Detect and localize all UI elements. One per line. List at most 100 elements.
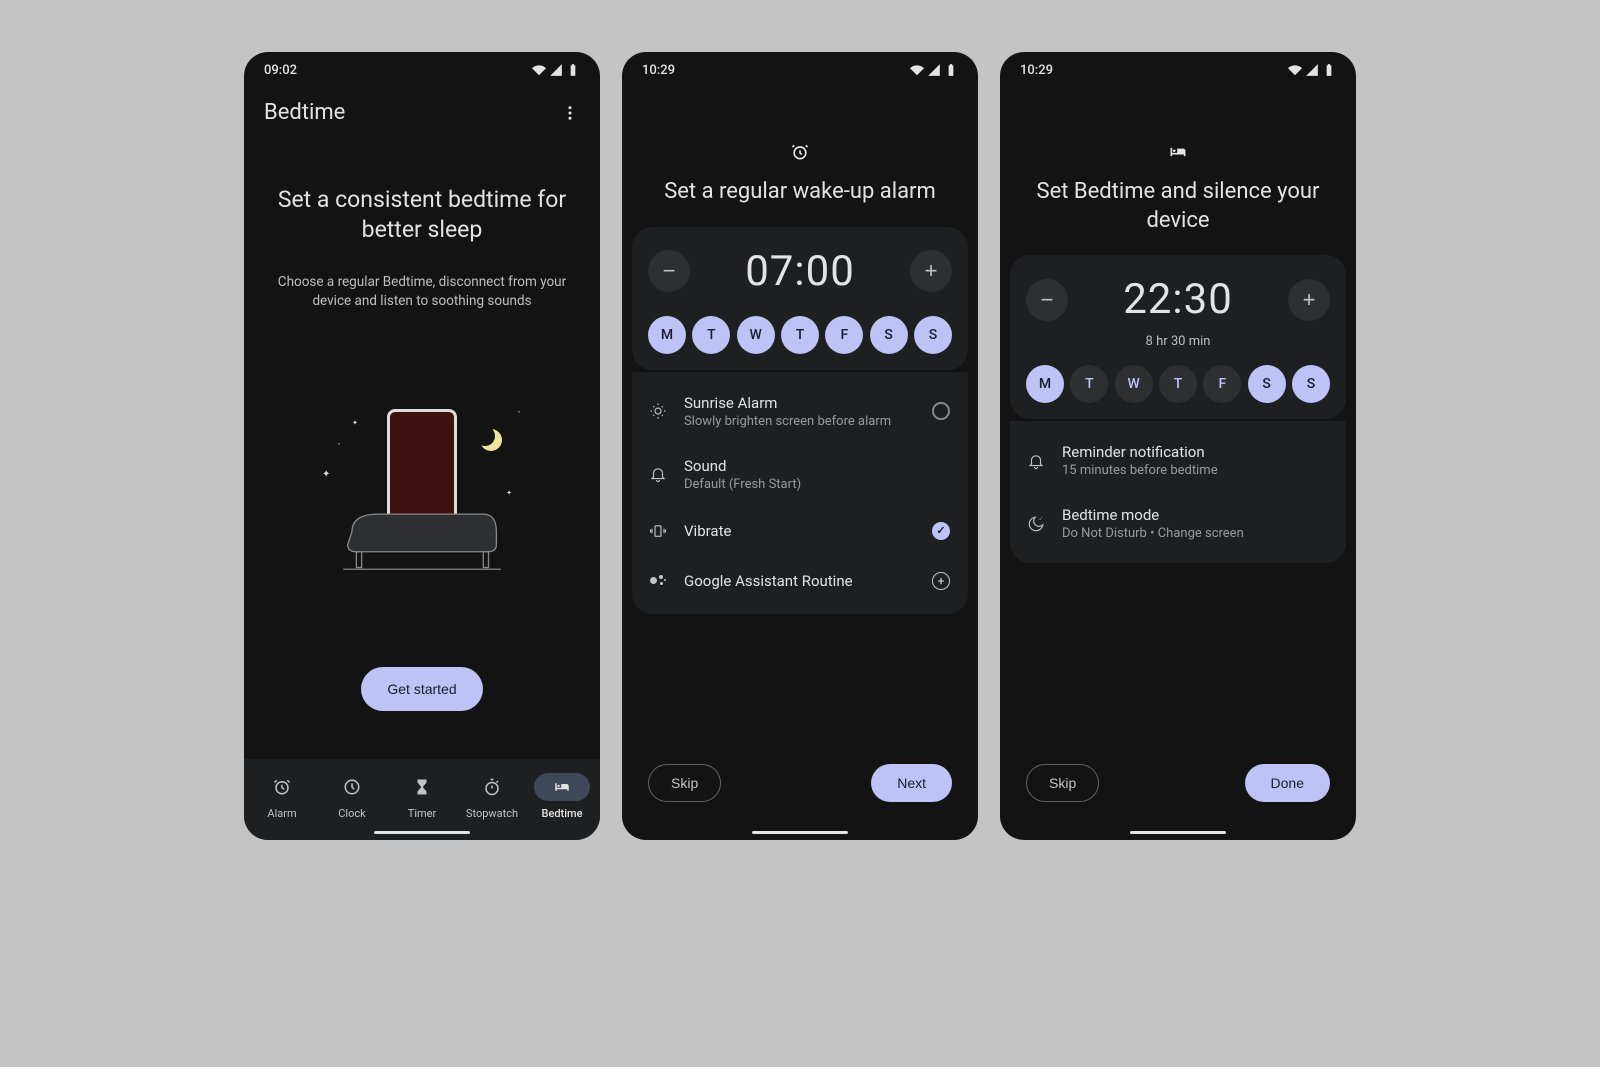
home-indicator[interactable] [374, 831, 470, 834]
bell-icon [649, 465, 667, 483]
day-chip-4[interactable]: F [825, 316, 863, 354]
option-title: Bedtime mode [1062, 506, 1330, 524]
status-bar: 09:02 [244, 52, 600, 88]
status-time: 10:29 [642, 63, 675, 78]
option-reminder[interactable]: Reminder notification 15 minutes before … [1026, 429, 1330, 492]
day-chip-2[interactable]: W [1115, 365, 1153, 403]
option-title: Google Assistant Routine [684, 572, 914, 590]
bed-illustration [332, 501, 512, 571]
option-title: Vibrate [684, 522, 914, 540]
day-chip-3[interactable]: T [781, 316, 819, 354]
day-chip-0[interactable]: M [648, 316, 686, 354]
options-card: Sunrise Alarm Slowly brighten screen bef… [632, 372, 968, 614]
add-button[interactable]: + [930, 570, 952, 592]
status-time: 09:02 [264, 63, 297, 78]
day-chip-5[interactable]: S [870, 316, 908, 354]
clock-icon [343, 778, 361, 796]
moon-stars-icon [1027, 515, 1045, 533]
nav-stopwatch[interactable]: Stopwatch [458, 769, 526, 824]
day-chip-1[interactable]: T [1070, 365, 1108, 403]
day-chip-2[interactable]: W [737, 316, 775, 354]
nav-label: Clock [338, 807, 365, 820]
option-subtitle: Default (Fresh Start) [684, 477, 952, 492]
increase-time-button[interactable]: + [910, 250, 952, 292]
days-selector: MTWTFSS [1026, 365, 1330, 403]
screen-title: Set Bedtime and silence your device [1000, 178, 1356, 235]
option-title: Sunrise Alarm [684, 394, 914, 412]
bedtime-display[interactable]: 22:30 [1123, 275, 1233, 324]
day-chip-6[interactable]: S [1292, 365, 1330, 403]
nav-label: Alarm [267, 807, 296, 820]
nav-alarm[interactable]: Alarm [248, 769, 316, 824]
get-started-button[interactable]: Get started [361, 667, 482, 711]
status-bar: 10:29 [1000, 52, 1356, 88]
hourglass-icon [413, 778, 431, 796]
nav-label: Bedtime [542, 807, 583, 820]
battery-icon [566, 63, 580, 77]
time-card: − 07:00 + MTWTFSS [632, 227, 968, 370]
next-button[interactable]: Next [871, 764, 952, 802]
checkbox-checked[interactable] [930, 520, 952, 542]
skip-button[interactable]: Skip [648, 764, 721, 802]
status-icons [1288, 63, 1336, 77]
bell-icon [1027, 452, 1045, 470]
nav-clock[interactable]: Clock [318, 769, 386, 824]
battery-icon [944, 63, 958, 77]
signal-icon [549, 63, 563, 77]
home-indicator[interactable] [1130, 831, 1226, 834]
status-bar: 10:29 [622, 52, 978, 88]
status-icons [532, 63, 580, 77]
signal-icon [927, 63, 941, 77]
nav-bedtime[interactable]: Bedtime [528, 769, 596, 824]
wifi-icon [532, 63, 546, 77]
option-title: Sound [684, 457, 952, 475]
days-selector: MTWTFSS [648, 316, 952, 354]
assistant-icon [650, 573, 666, 589]
option-bedtime-mode[interactable]: Bedtime mode Do Not Disturb • Change scr… [1026, 492, 1330, 555]
increase-time-button[interactable]: + [1288, 279, 1330, 321]
moon-icon [480, 429, 502, 451]
decrease-time-button[interactable]: − [1026, 279, 1068, 321]
phone-screen-wakeup: 10:29 Set a regular wake-up alarm − 07:0… [622, 52, 978, 840]
option-title: Reminder notification [1062, 443, 1330, 461]
decrease-time-button[interactable]: − [648, 250, 690, 292]
home-indicator[interactable] [752, 831, 848, 834]
time-card: − 22:30 + 8 hr 30 min MTWTFSS [1010, 255, 1346, 419]
app-header: Bedtime [244, 88, 600, 145]
skip-button[interactable]: Skip [1026, 764, 1099, 802]
wifi-icon [1288, 63, 1302, 77]
vibrate-icon [649, 522, 667, 540]
radio-unchecked[interactable] [930, 400, 952, 422]
more-menu-button[interactable] [560, 103, 580, 123]
sleep-duration: 8 hr 30 min [1026, 334, 1330, 349]
wake-time-display[interactable]: 07:00 [745, 247, 855, 296]
hero-subtitle: Choose a regular Bedtime, disconnect fro… [260, 273, 584, 311]
day-chip-1[interactable]: T [692, 316, 730, 354]
alarm-clock-icon [622, 142, 978, 162]
option-subtitle: Do Not Disturb • Change screen [1062, 526, 1330, 541]
option-subtitle: 15 minutes before bedtime [1062, 463, 1330, 478]
day-chip-0[interactable]: M [1026, 365, 1064, 403]
bed-icon [1000, 142, 1356, 162]
status-icons [910, 63, 958, 77]
battery-icon [1322, 63, 1336, 77]
option-assistant-routine[interactable]: Google Assistant Routine + [648, 556, 952, 606]
done-button[interactable]: Done [1245, 764, 1330, 802]
day-chip-5[interactable]: S [1248, 365, 1286, 403]
option-vibrate[interactable]: Vibrate [648, 506, 952, 556]
option-subtitle: Slowly brighten screen before alarm [684, 414, 914, 429]
phone-screen-intro: 09:02 Bedtime Set a consistent bedtime f… [244, 52, 600, 840]
nav-label: Timer [408, 807, 436, 820]
stopwatch-icon [483, 778, 501, 796]
bed-icon [553, 778, 571, 796]
option-sunrise-alarm[interactable]: Sunrise Alarm Slowly brighten screen bef… [648, 380, 952, 443]
hero-title: Set a consistent bedtime for better slee… [260, 185, 584, 245]
status-time: 10:29 [1020, 63, 1053, 78]
day-chip-3[interactable]: T [1159, 365, 1197, 403]
day-chip-6[interactable]: S [914, 316, 952, 354]
alarm-icon [273, 778, 291, 796]
signal-icon [1305, 63, 1319, 77]
day-chip-4[interactable]: F [1203, 365, 1241, 403]
nav-timer[interactable]: Timer [388, 769, 456, 824]
option-sound[interactable]: Sound Default (Fresh Start) [648, 443, 952, 506]
